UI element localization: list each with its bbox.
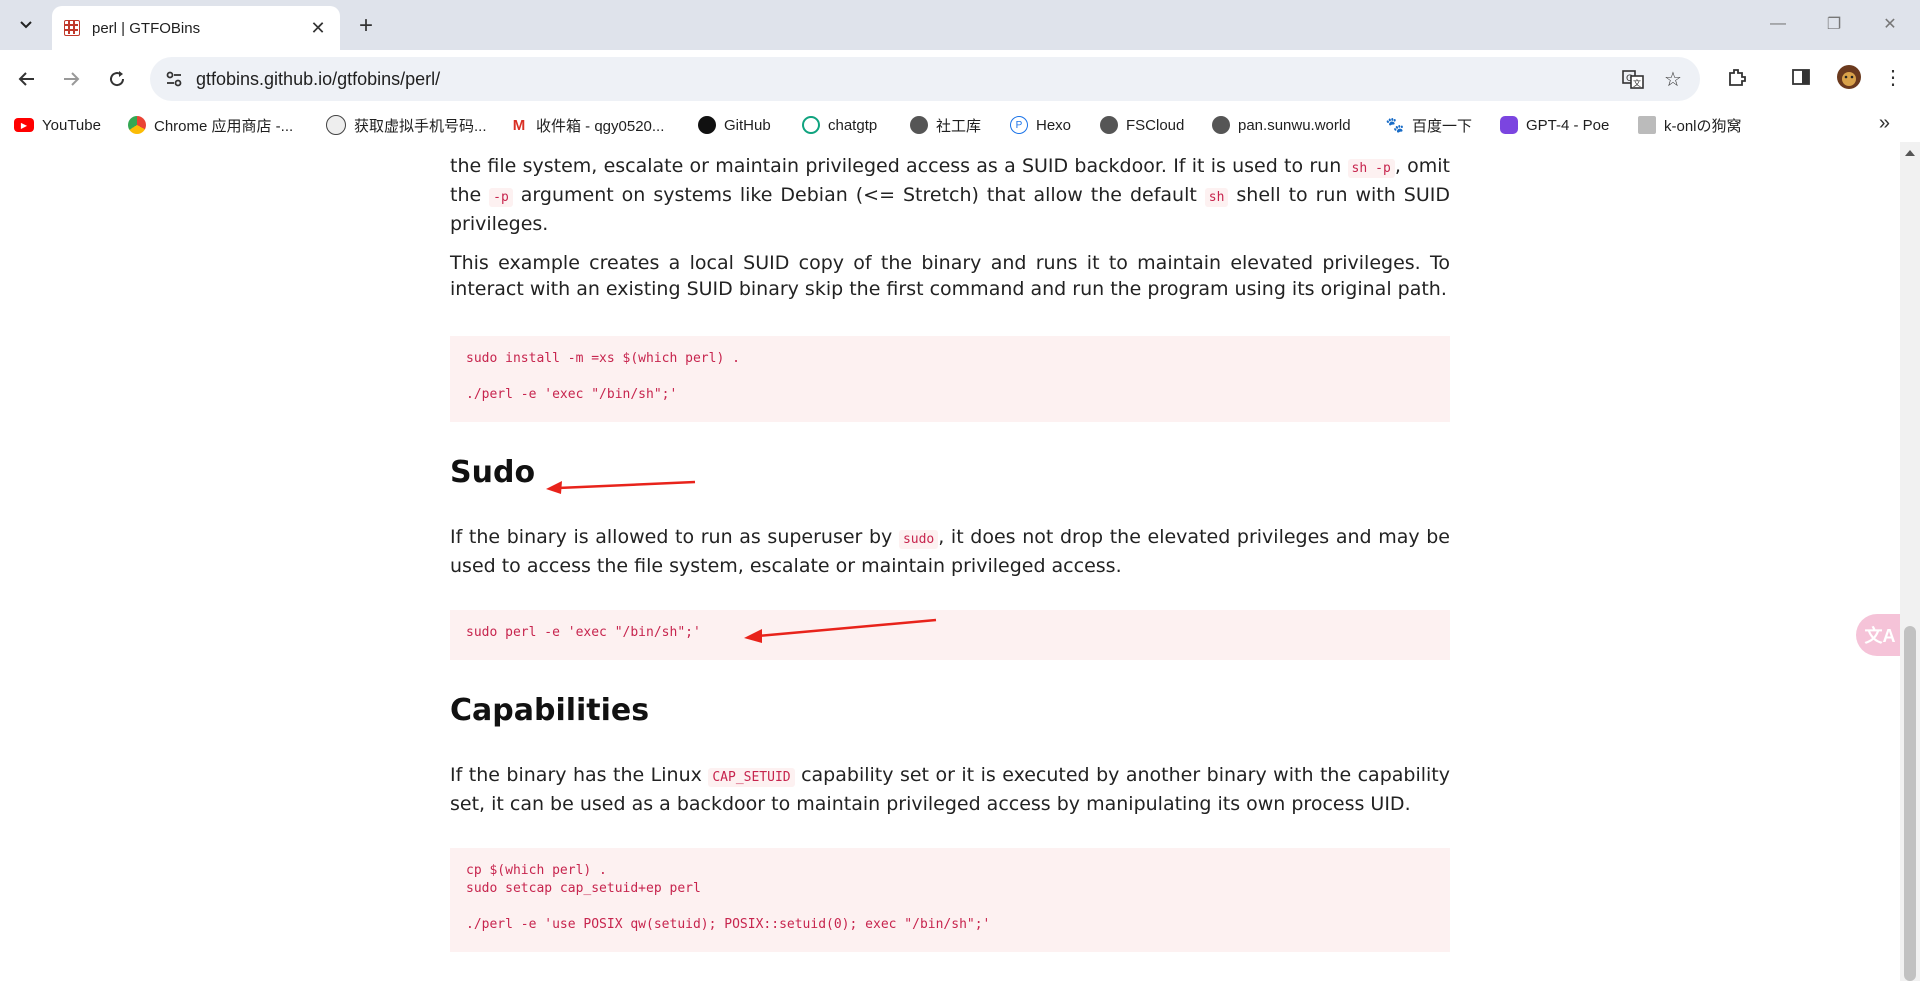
bookmark-hexo[interactable]: P Hexo [1010,114,1071,136]
floating-translate-button[interactable]: 文A [1856,614,1904,656]
tab-title: perl | GTFOBins [92,19,201,37]
bookmark-k-onl[interactable]: k-onlの狗窝 [1638,114,1742,136]
scroll-up-arrow-icon[interactable] [1905,150,1915,156]
capabilities-code-block[interactable]: cp $(which perl) . sudo setcap cap_setui… [450,848,1450,952]
bookmark-label: GitHub [724,116,771,134]
bookmark-pan-sunwu[interactable]: pan.sunwu.world [1212,114,1351,136]
bookmark-fscloud[interactable]: FSCloud [1100,114,1184,136]
gmail-icon: M [512,116,526,134]
svg-text:文: 文 [1633,78,1641,88]
bookmark-star-icon[interactable]: ☆ [1660,67,1686,91]
bookmark-poe[interactable]: GPT-4 - Poe [1500,114,1609,136]
inline-code: sh [1204,188,1229,207]
bookmark-label: GPT-4 - Poe [1526,116,1610,134]
bookmarks-bar: ▶ YouTube Chrome 应用商店 -... 获取虚拟手机号码... M… [0,108,1920,142]
bookmark-shegongku[interactable]: 社工库 [910,114,981,136]
tab-strip: perl | GTFOBins ✕ + — ❐ ✕ [0,0,1920,50]
youtube-icon: ▶ [14,118,34,132]
new-tab-button[interactable]: + [352,12,380,40]
paragraph-text: If the binary has the Linux [450,764,709,786]
hexo-icon: P [1010,116,1028,134]
bookmark-label: Chrome 应用商店 -... [154,117,294,135]
openai-icon [802,116,820,134]
avatar-icon [326,115,346,135]
minimize-button[interactable]: — [1756,8,1800,40]
back-button[interactable] [10,62,44,96]
bookmark-github[interactable]: GitHub [698,114,771,136]
chrome-webstore-icon [128,116,146,134]
more-bookmarks-icon[interactable]: » [1879,112,1890,135]
github-icon [698,116,716,134]
inline-code: CAP_SETUID [708,768,795,787]
side-panel-icon[interactable] [1786,62,1816,92]
close-window-button[interactable]: ✕ [1868,8,1912,40]
suid-example-paragraph: This example creates a local SUID copy o… [450,252,1450,300]
sudo-code-block[interactable]: sudo perl -e 'exec "/bin/sh";' [450,610,1450,660]
close-tab-icon[interactable]: ✕ [306,16,330,40]
bookmark-chatgtp[interactable]: chatgtp [802,114,877,136]
chrome-menu-icon[interactable]: ⋮ [1878,62,1908,92]
capabilities-paragraph: If the binary has the Linux CAP_SETUID c… [450,762,1450,817]
reload-button[interactable] [100,62,134,96]
bookmark-baidu[interactable]: 🐾 百度一下 [1386,114,1472,136]
poe-icon [1500,116,1518,134]
bookmark-label: pan.sunwu.world [1238,116,1351,134]
annotation-arrow-icon [744,618,937,643]
suid-code-block[interactable]: sudo install -m =xs $(which perl) . ./pe… [450,336,1450,422]
suid-description-paragraph: the file system, escalate or maintain pr… [450,153,1450,237]
translate-icon: 文A [1864,626,1896,646]
forward-button[interactable] [54,62,88,96]
bookmark-label: 百度一下 [1412,117,1473,135]
arrow-left-icon [18,72,34,86]
bookmark-youtube[interactable]: ▶ YouTube [14,114,101,136]
translate-icon[interactable]: G文 [1620,67,1646,91]
inline-code: -p [489,188,513,207]
paragraph-text: If the binary is allowed to run as super… [450,526,899,548]
paragraph-text: the file system, escalate or maintain pr… [450,155,1348,177]
sudo-heading: Sudo [450,455,536,490]
bookmark-label: FSCloud [1126,116,1185,134]
restore-button[interactable]: ❐ [1812,8,1856,40]
profile-avatar[interactable] [1834,62,1864,92]
reload-icon [110,71,125,87]
bookmark-chrome-webstore[interactable]: Chrome 应用商店 -... [128,114,293,136]
bookmark-label: Hexo [1036,116,1072,134]
bookmark-label: 获取虚拟手机号码... [354,117,487,135]
address-bar[interactable]: gtfobins.github.io/gtfobins/perl/ G文 ☆ [150,57,1700,101]
capabilities-heading: Capabilities [450,693,650,728]
bookmark-virtual-phone[interactable]: 获取虚拟手机号码... [326,114,487,136]
page-scrollbar[interactable] [1900,142,1920,981]
annotation-arrow-icon [546,480,696,494]
page-viewport: the file system, escalate or maintain pr… [0,142,1900,981]
bookmark-label: 收件箱 - qgy0520... [536,117,665,135]
baidu-icon: 🐾 [1385,117,1405,134]
site-settings-icon[interactable] [162,67,186,91]
globe-icon [910,116,928,134]
paragraph-text: argument on systems like Debian (<= Stre… [512,184,1205,206]
bookmark-label: chatgtp [828,116,878,134]
bookmark-label: k-onlの狗窝 [1664,117,1742,135]
extensions-icon[interactable] [1722,62,1752,92]
scrollbar-thumb[interactable] [1904,626,1916,981]
arrow-right-icon [64,72,80,86]
bookmark-label: 社工库 [936,117,982,135]
url-text[interactable]: gtfobins.github.io/gtfobins/perl/ [196,69,440,90]
site-icon [1638,116,1656,134]
sudo-paragraph: If the binary is allowed to run as super… [450,524,1450,579]
inline-code: sudo [898,530,939,549]
bookmark-gmail[interactable]: M 收件箱 - qgy0520... [510,114,665,136]
globe-icon [1212,116,1230,134]
globe-icon [1100,116,1118,134]
inline-code: sh -p [1347,159,1395,178]
browser-tab-active[interactable]: perl | GTFOBins ✕ [52,6,340,50]
bookmark-label: YouTube [42,116,101,134]
chevron-down-icon [20,21,32,29]
browser-toolbar: gtfobins.github.io/gtfobins/perl/ G文 ☆ ⋮ [0,50,1920,108]
tab-search-button[interactable] [10,10,42,40]
gtfobins-favicon-icon [64,20,80,36]
